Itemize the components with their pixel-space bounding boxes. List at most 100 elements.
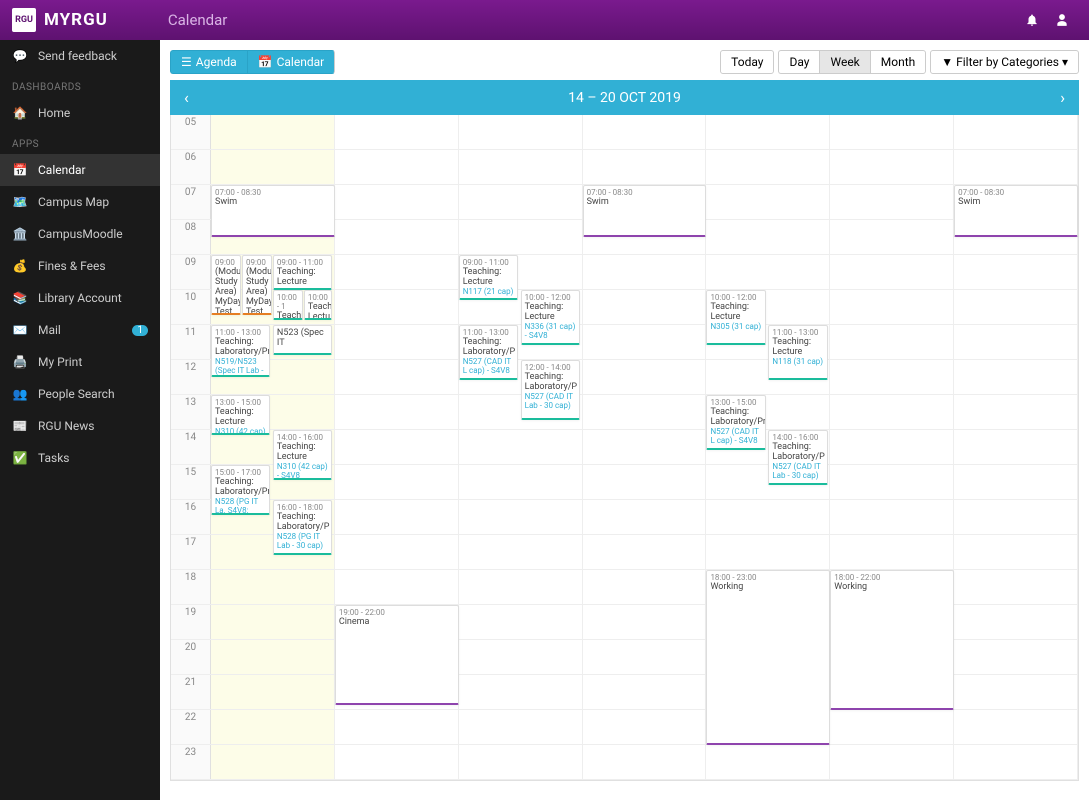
day-column-wed[interactable]: 09:00 - 11:00Teaching: LectureN117 (21 c…: [459, 115, 583, 780]
calendar-event[interactable]: 09:00 - 11:00Teaching: Lecture: [273, 255, 332, 290]
print-icon: 🖨️: [12, 355, 28, 369]
calendar-event[interactable]: 11:00 - 13:00Teaching: Laboratory/PN527 …: [459, 325, 518, 380]
hour-label: 16: [171, 500, 211, 534]
sidebar-item-tasks[interactable]: ✅Tasks: [0, 442, 160, 474]
day-button[interactable]: Day: [778, 50, 819, 74]
day-column-mon[interactable]: 07:00 - 08:30Swim 09:00(Modu Study Area) …: [211, 115, 335, 780]
hour-label: 09: [171, 255, 211, 289]
hour-label: 11: [171, 325, 211, 359]
sidebar-item-calendar[interactable]: 📅Calendar: [0, 154, 160, 186]
event-title: Teaching: Laboratory/P: [463, 337, 514, 357]
button-label: Agenda: [196, 55, 237, 69]
event-time: 12:00 - 14:00: [525, 363, 576, 372]
hour-label: 10: [171, 290, 211, 324]
calendar-event[interactable]: 10:00 - 12:00Teaching: LectureN336 (31 c…: [521, 290, 580, 345]
mail-badge: 1: [132, 325, 148, 336]
money-icon: 💰: [12, 259, 28, 273]
calendar-event[interactable]: 14:00 - 16:00Teaching: Laboratory/PN527 …: [768, 430, 827, 485]
filter-icon: ▼: [941, 55, 956, 69]
book-icon: 📚: [12, 291, 28, 305]
hour-label: 17: [171, 535, 211, 569]
sidebar-label: Mail: [38, 323, 61, 337]
sidebar-item-mail[interactable]: ✉️ Mail 1: [0, 314, 160, 346]
calendar-event[interactable]: 07:00 - 08:30Swim: [211, 185, 335, 237]
today-button[interactable]: Today: [720, 50, 774, 74]
tasks-icon: ✅: [12, 451, 28, 465]
event-time: 14:00 - 16:00: [277, 433, 328, 442]
event-title: Swim: [958, 197, 1074, 207]
event-time: 09:00 - 11:00: [277, 258, 328, 267]
event-title: Teaching: Lecture: [277, 442, 328, 462]
calendar-event[interactable]: 18:00 - 22:00Working: [830, 570, 954, 710]
event-title: Teaching: Lecture: [463, 267, 514, 287]
sidebar-label: My Print: [38, 355, 82, 369]
calendar-event[interactable]: 14:00 - 16:00Teaching: LectureN310 (42 c…: [273, 430, 332, 480]
event-time: 11:00 - 13:00: [463, 328, 514, 337]
sidebar-label: CampusMoodle: [38, 227, 123, 241]
sidebar-label: Campus Map: [38, 195, 109, 209]
sidebar-item-print[interactable]: 🖨️ My Print: [0, 346, 160, 378]
logo: RGU: [12, 8, 36, 32]
sidebar-item-news[interactable]: 📰RGU News: [0, 410, 160, 442]
event-time: 13:00 - 15:00: [710, 398, 761, 407]
calendar-event[interactable]: 07:00 - 08:30Swim: [954, 185, 1078, 237]
event-title: Working: [710, 582, 826, 592]
event-room: N519/N523 (Spec IT Lab - 36 cap) - S4V8: [215, 357, 266, 377]
sidebar-label: RGU News: [38, 419, 94, 433]
sidebar-item-feedback[interactable]: 💬 Send feedback: [0, 40, 160, 72]
event-time: 07:00 - 08:30: [215, 188, 331, 197]
mail-icon: ✉️: [12, 323, 28, 337]
calendar-event[interactable]: 12:00 - 14:00Teaching: Laboratory/PN527 …: [521, 360, 580, 420]
sidebar-item-library[interactable]: 📚Library Account: [0, 282, 160, 314]
sidebar-label: Send feedback: [38, 49, 117, 63]
hour-label: 07: [171, 185, 211, 219]
week-button[interactable]: Week: [819, 50, 869, 74]
day-column-thu[interactable]: 07:00 - 08:30Swim: [583, 115, 707, 780]
calendar-event[interactable]: 09:00 - 11:00Teaching: LectureN117 (21 c…: [459, 255, 518, 300]
main-content: ☰Agenda 📅Calendar Today Day Week Month ▼…: [160, 40, 1089, 800]
week-label: 14 – 20 OCT 2019: [568, 90, 681, 106]
calendar-event[interactable]: N523 (Spec IT: [273, 325, 332, 355]
day-column-sun[interactable]: 07:00 - 08:30Swim: [954, 115, 1078, 780]
user-icon[interactable]: [1047, 5, 1077, 35]
filter-button[interactable]: ▼ Filter by Categories ▾: [930, 50, 1079, 74]
calendar-event[interactable]: 10:00Teachi Lectu: [304, 290, 332, 320]
calendar-event[interactable]: 18:00 - 23:00Working: [706, 570, 830, 745]
day-column-sat[interactable]: 18:00 - 22:00Working: [830, 115, 954, 780]
calendar-event[interactable]: 15:00 - 17:00Teaching: Laboratory/PrN528…: [211, 465, 270, 515]
event-title: Teaching: Laboratory/P: [772, 442, 823, 462]
calendar-view-button[interactable]: 📅Calendar: [247, 50, 336, 74]
prev-week-button[interactable]: ‹: [184, 88, 189, 107]
calendar-event[interactable]: 13:00 - 15:00Teaching: Laboratory/Practi…: [706, 395, 765, 450]
sidebar-section-dashboards: DASHBOARDS: [0, 72, 160, 97]
people-icon: 👥: [12, 387, 28, 401]
event-room: N310 (42 cap) - S4V8: [277, 462, 328, 480]
comment-icon: 💬: [12, 49, 28, 63]
month-button[interactable]: Month: [870, 50, 926, 74]
calendar-event[interactable]: 11:00 - 13:00Teaching: LectureN118 (31 c…: [768, 325, 827, 380]
sidebar-item-campus-map[interactable]: 🗺️Campus Map: [0, 186, 160, 218]
calendar-event[interactable]: 16:00 - 18:00Teaching: Laboratory/PN528 …: [273, 500, 332, 555]
calendar-event[interactable]: 10:00 - 1Teachi Labora: [273, 290, 303, 320]
sidebar-item-people[interactable]: 👥People Search: [0, 378, 160, 410]
sidebar-item-home[interactable]: 🏠Home: [0, 97, 160, 129]
calendar-event[interactable]: 10:00 - 12:00Teaching: LectureN305 (31 c…: [706, 290, 765, 345]
event-time: 07:00 - 08:30: [958, 188, 1074, 197]
event-title: Working: [834, 582, 950, 592]
sidebar-item-campus-moodle[interactable]: 🏛️ CampusMoodle: [0, 218, 160, 250]
calendar-event[interactable]: 09:00(Modu Study Area) MyDay Test…: [242, 255, 272, 315]
bell-icon[interactable]: [1017, 5, 1047, 35]
calendar-event[interactable]: 13:00 - 15:00Teaching: LectureN310 (42 c…: [211, 395, 270, 435]
calendar-event[interactable]: 09:00(Modu Study Area) MyDay Test…: [211, 255, 241, 315]
calendar-event[interactable]: 07:00 - 08:30Swim: [583, 185, 707, 237]
sidebar-item-fines[interactable]: 💰Fines & Fees: [0, 250, 160, 282]
day-column-tue[interactable]: 19:00 - 22:00Cinema: [335, 115, 459, 780]
calendar-event[interactable]: 11:00 - 13:00Teaching: Laboratory/PrN519…: [211, 325, 270, 377]
calendar-event[interactable]: 19:00 - 22:00Cinema: [335, 605, 459, 705]
agenda-button[interactable]: ☰Agenda: [170, 50, 247, 74]
hour-label: 20: [171, 640, 211, 674]
next-week-button[interactable]: ›: [1060, 88, 1065, 107]
event-room: N527 (CAD IT Lab - 30 cap): [772, 462, 823, 480]
day-column-fri[interactable]: 10:00 - 12:00Teaching: LectureN305 (31 c…: [706, 115, 830, 780]
building-icon: 🏛️: [12, 227, 28, 241]
